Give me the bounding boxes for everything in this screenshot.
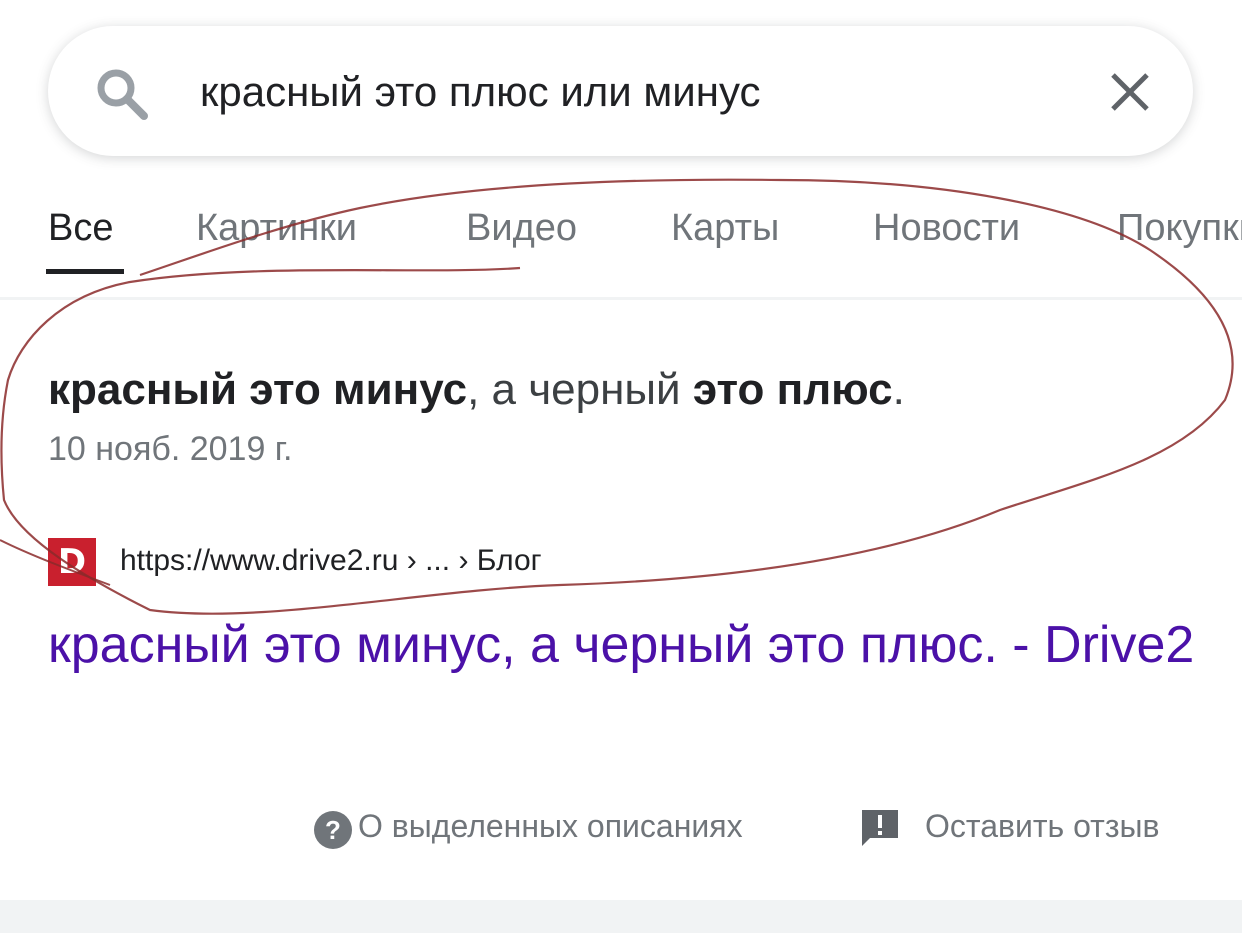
tab-news[interactable]: Новости — [873, 207, 1020, 250]
search-bar[interactable]: красный это плюс или минус — [48, 26, 1193, 156]
feedback-icon[interactable] — [860, 808, 900, 848]
search-tabs: Все Картинки Видео Карты Новости Покупки — [0, 185, 1242, 300]
tab-images[interactable]: Картинки — [196, 207, 357, 250]
snippet-text-2: . — [892, 365, 905, 414]
bottom-divider — [0, 900, 1242, 933]
search-input[interactable]: красный это плюс или минус — [200, 64, 760, 120]
close-icon[interactable] — [1108, 70, 1152, 114]
drive2-favicon: D — [48, 538, 96, 586]
svg-text:?: ? — [325, 815, 341, 845]
snippet-bold-1: красный это минус — [48, 365, 468, 414]
help-icon[interactable]: ? — [313, 810, 353, 850]
result-title-link[interactable]: красный это минус, а черный это плюс. - … — [48, 606, 1198, 684]
tab-video[interactable]: Видео — [466, 207, 577, 250]
tab-all[interactable]: Все — [48, 207, 113, 250]
snippet-date: 10 нояб. 2019 г. — [48, 430, 293, 468]
tabs-divider — [0, 297, 1242, 300]
source-url[interactable]: https://www.drive2.ru › ... › Блог — [120, 544, 542, 578]
active-tab-indicator — [46, 269, 124, 274]
tab-maps[interactable]: Карты — [671, 207, 779, 250]
about-snippets-link[interactable]: О выделенных описаниях — [358, 808, 743, 845]
featured-snippet-text: красный это минус, а черный это плюс. — [48, 362, 905, 418]
snippet-text-1: , а черный — [467, 365, 693, 414]
snippet-bold-2: это плюс — [692, 365, 893, 414]
search-icon[interactable] — [92, 64, 152, 124]
feedback-link[interactable]: Оставить отзыв — [925, 808, 1160, 845]
tab-shopping[interactable]: Покупки — [1117, 207, 1242, 250]
